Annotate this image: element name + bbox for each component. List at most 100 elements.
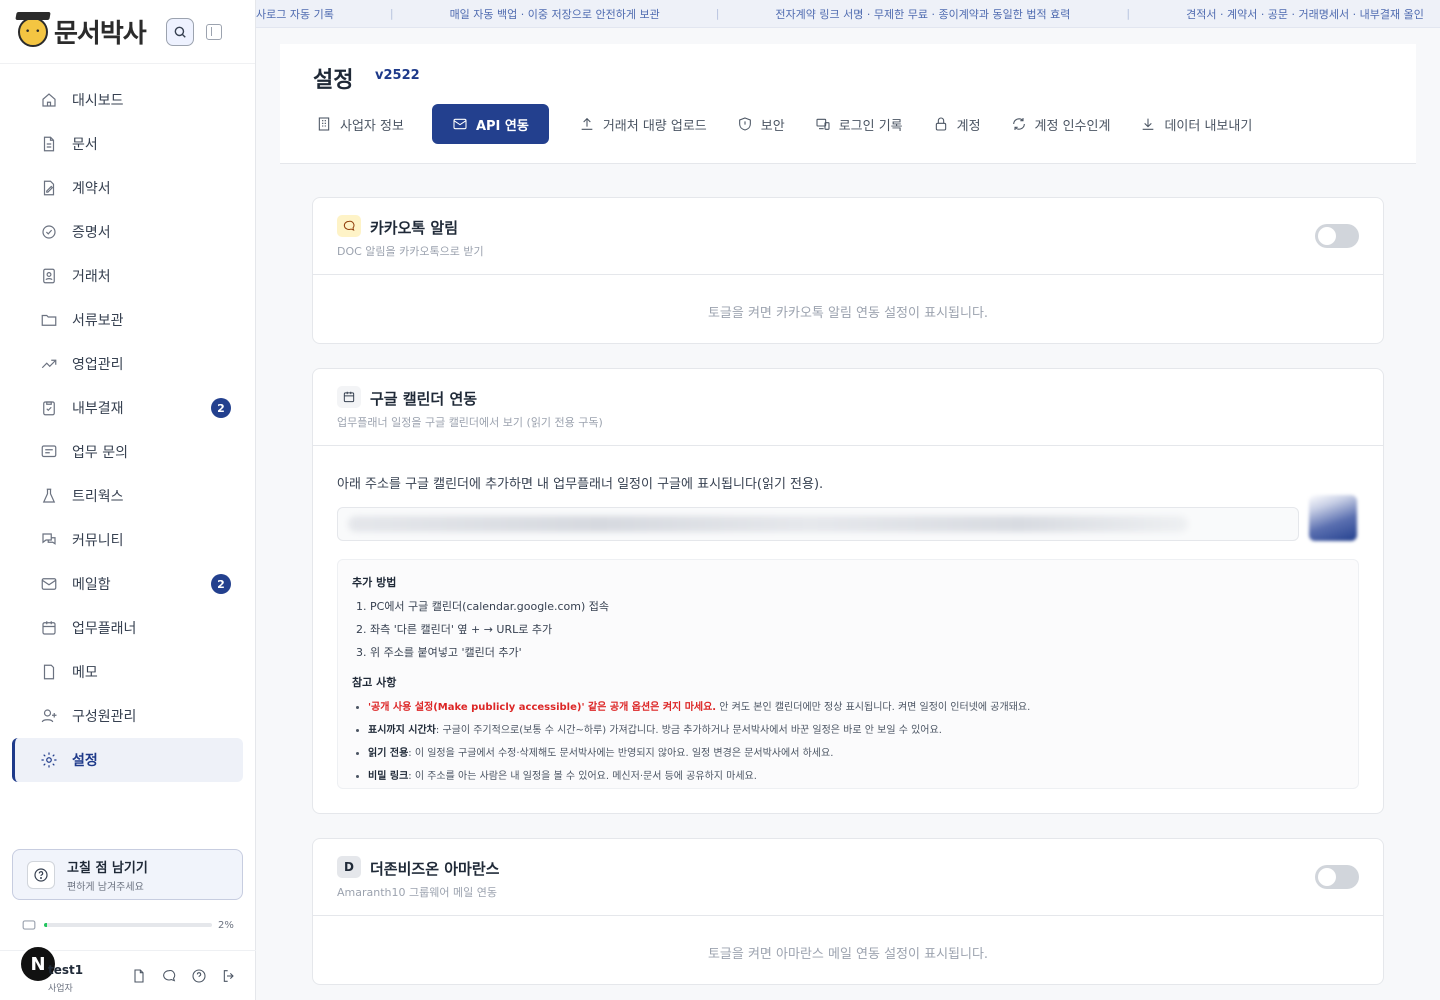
storage-progress-fill [44, 923, 48, 927]
sidebar-item-5[interactable]: 서류보관 [12, 298, 243, 342]
sidebar-item-9[interactable]: 트리웍스 [12, 474, 243, 518]
ticker-item: 전자계약 링크 서명 · 무제한 무료 · 종이계약과 동일한 법적 효력 [775, 7, 1071, 21]
question-icon [27, 860, 55, 889]
mail-icon [453, 118, 467, 130]
folder-icon [40, 311, 58, 329]
sidebar-item-11[interactable]: 메일함 2 [12, 562, 243, 606]
amaranth-toggle[interactable] [1315, 865, 1359, 889]
tab-0[interactable]: 사업자 정보 [316, 104, 404, 144]
sidebar-item-6[interactable]: 영업관리 [12, 342, 243, 386]
ticker-separator: | [715, 7, 720, 20]
note-item: 표시까지 시간차: 구글이 주기적으로(보통 수 시간~하루) 가져갑니다. 방… [368, 721, 1344, 736]
sidebar-item-1[interactable]: 문서 [12, 122, 243, 166]
sidebar-item-2[interactable]: 계약서 [12, 166, 243, 210]
certificate-icon [40, 223, 58, 241]
tab-label: 보안 [760, 118, 785, 134]
notes-list: '공개 사용 설정(Make publicly accessible)' 같은 … [368, 698, 1344, 782]
note-item: 읽기 전용: 이 일정을 구글에서 수정·삭제해도 문서박사에는 반영되지 않아… [368, 744, 1344, 759]
tab-1[interactable]: API 연동 [431, 104, 549, 144]
tab-label: 데이터 내보내기 [1164, 118, 1253, 134]
lock-icon [935, 117, 946, 131]
storage-progress-bar [44, 923, 212, 927]
document-icon[interactable] [130, 967, 147, 984]
redacted-url [348, 516, 1188, 532]
feedback-button[interactable]: 고칠 점 남기기 편하게 남겨주세요 [12, 849, 243, 900]
home-icon [40, 91, 58, 109]
sidebar-nav: 대시보드문서계약서증명서거래처 서류보관영업관리내부결재 2 업무 문의 트리웍스 커뮤니… [0, 64, 255, 782]
ticker-separator: | [1126, 7, 1131, 20]
download-icon [1143, 118, 1154, 130]
upload-icon [581, 117, 593, 130]
amaranth-card-header: D 더존비즈온 아마란스 Amaranth10 그룹웨어 메일 연동 [313, 839, 1383, 916]
sidebar-item-13[interactable]: 메모 [12, 650, 243, 694]
amaranth-subtitle: Amaranth10 그룹웨어 메일 연동 [337, 886, 497, 899]
user-area: N test1 사업자 [0, 945, 256, 1000]
kakao-chat-icon [337, 215, 361, 237]
note-text: : 이 일정을 구글에서 수정·삭제해도 문서박사에는 반영되지 않아요. 일정… [408, 748, 834, 759]
sidebar-item-12[interactable]: 업무플래너 [12, 606, 243, 650]
document-icon [40, 135, 58, 153]
sidebar-item-0[interactable]: 대시보드 [12, 78, 243, 122]
trend-icon [40, 355, 58, 373]
amaranth-logo-chip: D [337, 856, 361, 878]
gcal-card-header: 구글 캘린더 연동 업무플래너 일정을 구글 캘린더에서 보기 (읽기 전용 구… [313, 369, 1383, 446]
calendar-icon [40, 619, 58, 637]
storage-icon [22, 920, 36, 930]
calendar-icon [337, 386, 361, 408]
tab-7[interactable]: 데이터 내보내기 [1140, 104, 1252, 144]
note-text: : 구글이 주기적으로(보통 수 시간~하루) 가져갑니다. 방금 추가하거나 … [435, 725, 942, 736]
kakao-subtitle: DOC 알림을 카카오톡으로 받기 [337, 245, 484, 258]
mail-icon [40, 575, 58, 593]
help-icon[interactable] [190, 967, 207, 984]
sidebar-item-label: 업무플래너 [72, 621, 137, 637]
sidebar-item-10[interactable]: 커뮤니티 [12, 518, 243, 562]
sidebar-item-4[interactable]: 거래처 [12, 254, 243, 298]
sidebar-item-label: 구성원관리 [72, 709, 137, 725]
contact-card-icon [40, 267, 58, 285]
search-button[interactable] [165, 17, 194, 46]
sidebar-item-3[interactable]: 증명서 [12, 210, 243, 254]
sidebar-item-15[interactable]: 설정 [12, 738, 243, 782]
clipboard-check-icon [40, 399, 58, 417]
sidebar-item-label: 문서 [72, 137, 98, 153]
notes-title: 참고 사항 [352, 676, 397, 689]
tab-label: 거래처 대량 업로드 [602, 118, 707, 134]
logo-icon [18, 16, 48, 47]
sidebar-item-7[interactable]: 내부결재 2 [12, 386, 243, 430]
sidebar-item-label: 증명서 [72, 225, 111, 241]
building-icon [318, 117, 330, 131]
sidebar-item-label: 대시보드 [72, 93, 124, 109]
tab-6[interactable]: 계정 인수인계 [1011, 104, 1111, 144]
sidebar-item-8[interactable]: 업무 문의 [12, 430, 243, 474]
logout-icon[interactable] [220, 967, 237, 984]
sidebar-item-14[interactable]: 구성원관리 [12, 694, 243, 738]
kakao-toggle[interactable] [1315, 224, 1359, 248]
tab-4[interactable]: 로그인 기록 [815, 104, 903, 144]
sidebar: 문서박사 대시보드문서계약서증명서거래처서류보관영업관리내부결재 2 업무 문의트리… [0, 0, 256, 1000]
search-icon [174, 26, 186, 38]
chat-icon[interactable] [160, 967, 177, 984]
gcal-help-box: 추가 방법 PC에서 구글 캘린더(calendar.google.com) 접… [337, 559, 1359, 789]
shield-icon [738, 117, 751, 131]
note-strong: 읽기 전용 [368, 748, 409, 759]
sidebar-item-label: 영업관리 [72, 357, 124, 373]
tab-2[interactable]: 거래처 대량 업로드 [579, 104, 707, 144]
sidebar-collapse-icon[interactable] [205, 23, 222, 40]
brand-bar: 문서박사 [0, 0, 255, 64]
feedback-subtitle: 편하게 남겨주세요 [67, 881, 144, 893]
how-title: 추가 방법 [352, 576, 397, 589]
gcal-url-field[interactable] [337, 507, 1299, 541]
brand-name: 문서박사 [54, 19, 147, 49]
note-item: 비밀 링크: 이 주소를 아는 사람은 내 일정을 볼 수 있어요. 메신저·문… [368, 767, 1344, 782]
sidebar-item-label: 메모 [72, 665, 98, 681]
copy-url-button[interactable] [1309, 495, 1357, 541]
gcal-description: 아래 주소를 구글 캘린더에 추가하면 내 업무플래너 일정이 구글에 표시됩니… [337, 477, 824, 492]
tab-3[interactable]: 보안 [737, 104, 785, 144]
tab-5[interactable]: 계정 [933, 104, 981, 144]
gcal-card: 구글 캘린더 연동 업무플래너 일정을 구글 캘린더에서 보기 (읽기 전용 구… [312, 368, 1384, 814]
sidebar-item-label: 설정 [72, 753, 98, 769]
user-name: test1 [48, 963, 84, 977]
tab-label: 계정 인수인계 [1034, 118, 1111, 134]
note-strong: '공개 사용 설정(Make publicly accessible)' 같은 … [368, 702, 717, 713]
note-text: 안 켜도 본인 캘린더에만 정상 표시됩니다. 켜면 일정이 인터넷에 공개돼요… [716, 702, 1031, 713]
